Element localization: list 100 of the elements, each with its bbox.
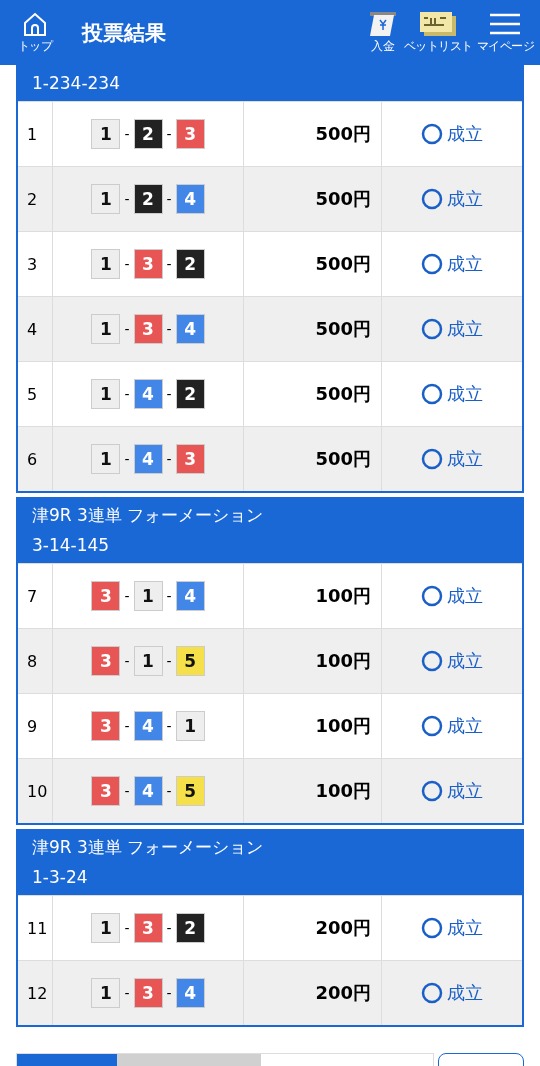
circle-icon: [421, 585, 443, 607]
boat-number: 3: [175, 119, 205, 149]
bet-amount: 500円: [315, 382, 371, 406]
bet-combination: 3-14-145: [32, 534, 111, 557]
dash: -: [124, 256, 130, 272]
dash: -: [124, 126, 130, 142]
row-number: 10: [27, 781, 48, 801]
bet-status: 成立: [447, 779, 483, 803]
dash: -: [124, 920, 130, 936]
boat-number: 3: [175, 444, 205, 474]
bet-status: 成立: [447, 382, 483, 406]
boat-number: 3: [91, 776, 121, 806]
dash: -: [124, 783, 130, 799]
dash: -: [166, 653, 172, 669]
circle-icon: [421, 253, 443, 275]
home-label[interactable]: トップ: [17, 38, 53, 55]
dash: -: [124, 985, 130, 1001]
bet-status: 成立: [447, 981, 483, 1005]
home-icon[interactable]: [21, 10, 49, 38]
bet-amount: 500円: [315, 122, 371, 146]
row-number: 11: [27, 918, 48, 938]
ticket-icon[interactable]: [418, 10, 458, 38]
dash: -: [166, 191, 172, 207]
dash: -: [166, 126, 172, 142]
dash: -: [166, 386, 172, 402]
boat-number: 1: [91, 978, 121, 1008]
boat-number: 4: [133, 444, 163, 474]
boat-number: 1: [133, 581, 163, 611]
circle-icon: [421, 448, 443, 470]
circle-icon: [421, 383, 443, 405]
boat-number: 2: [175, 379, 205, 409]
nav-label[interactable]: マイページ: [476, 38, 534, 55]
boat-number: 1: [91, 119, 121, 149]
circle-icon: [421, 318, 443, 340]
bet-amount: 500円: [315, 252, 371, 276]
boat-number: 4: [175, 978, 205, 1008]
bet-amount: 500円: [315, 317, 371, 341]
bet-amount: 200円: [315, 916, 371, 940]
boat-number: 1: [91, 913, 121, 943]
dash: -: [166, 451, 172, 467]
boat-number: 4: [133, 776, 163, 806]
bet-status: 成立: [447, 122, 483, 146]
circle-icon: [421, 188, 443, 210]
circle-icon: [421, 123, 443, 145]
bet-combination: 1-234-234: [32, 72, 121, 95]
circle-icon: [421, 917, 443, 939]
boat-number: 3: [133, 978, 163, 1008]
bet-amount: 100円: [315, 714, 371, 738]
bet-status: 成立: [447, 447, 483, 471]
boat-number: 1: [175, 711, 205, 741]
row-number: 4: [27, 319, 38, 339]
row-number: 5: [27, 384, 38, 404]
boat-number: 3: [91, 646, 121, 676]
row-number: 2: [27, 189, 38, 209]
bet-status: 成立: [447, 649, 483, 673]
boat-number: 1: [91, 249, 121, 279]
bet-status: 成立: [447, 252, 483, 276]
boat-number: 2: [133, 119, 163, 149]
bet-amount: 500円: [315, 187, 371, 211]
dash: -: [166, 321, 172, 337]
dash: -: [124, 451, 130, 467]
circle-icon: [421, 982, 443, 1004]
boat-number: 1: [91, 314, 121, 344]
bet-amount: 500円: [315, 447, 371, 471]
bet-status: 成立: [447, 916, 483, 940]
row-number: 1: [27, 124, 38, 144]
dash: -: [166, 920, 172, 936]
boat-number: 2: [175, 913, 205, 943]
bet-amount: 200円: [315, 981, 371, 1005]
row-number: 9: [27, 716, 38, 736]
boat-number: 1: [133, 646, 163, 676]
row-number: 7: [27, 586, 38, 606]
boat-number: 4: [175, 184, 205, 214]
race-title: 津9R 3連単 フォーメーション: [32, 836, 265, 859]
nav-label[interactable]: 入金: [371, 38, 394, 55]
boat-number: 4: [175, 314, 205, 344]
boat-number: 2: [175, 249, 205, 279]
dash: -: [124, 321, 130, 337]
dash: -: [166, 256, 172, 272]
circle-icon: [421, 715, 443, 737]
boat-number: 4: [133, 711, 163, 741]
boat-number: 4: [133, 379, 163, 409]
boat-number: 3: [91, 581, 121, 611]
bet-status: 成立: [447, 714, 483, 738]
dash: -: [166, 783, 172, 799]
bet-combination: 1-3-24: [32, 866, 89, 889]
boat-number: 3: [133, 314, 163, 344]
nav-label[interactable]: ベットリスト: [403, 38, 473, 55]
bet-amount: 100円: [315, 649, 371, 673]
boat-number: 3: [133, 913, 163, 943]
boat-number: 4: [175, 581, 205, 611]
boat-number: 2: [133, 184, 163, 214]
row-number: 12: [27, 983, 48, 1003]
bet-amount: 100円: [315, 779, 371, 803]
bet-status: 成立: [447, 317, 483, 341]
boat-number: 1: [91, 379, 121, 409]
circle-icon: [421, 650, 443, 672]
dash: -: [166, 985, 172, 1001]
dash: -: [124, 588, 130, 604]
row-number: 6: [27, 449, 38, 469]
